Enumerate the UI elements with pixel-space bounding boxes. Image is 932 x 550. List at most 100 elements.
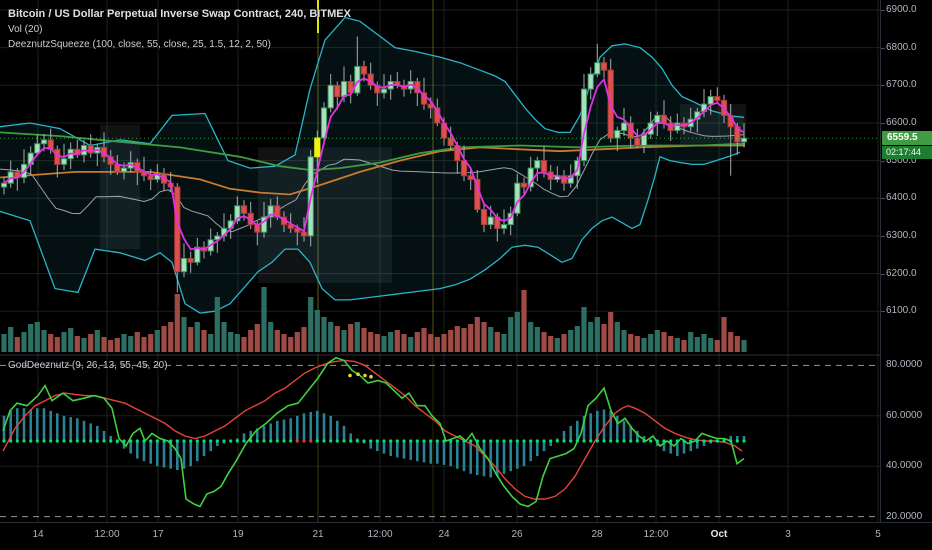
volume-bar <box>41 330 47 352</box>
volume-bar <box>134 332 140 352</box>
volume-indicator-label[interactable]: Vol (20) <box>8 24 42 35</box>
volume-bar <box>388 332 394 352</box>
squeeze-dot-green <box>409 439 413 443</box>
candle <box>500 224 508 229</box>
squeeze-dot-green <box>675 439 679 443</box>
price-axis-label: 6900.0 <box>886 4 917 15</box>
candle <box>514 182 521 214</box>
volume-bar <box>474 317 480 352</box>
squeeze-dot-green <box>62 439 66 443</box>
oscillator-axis-label: 40.0000 <box>886 460 923 472</box>
squeeze-dot-green <box>109 439 113 443</box>
squeeze-dot-green <box>662 439 666 443</box>
chart-canvas[interactable] <box>0 0 932 550</box>
squeeze-dot-green <box>595 439 599 443</box>
volume-bar <box>528 322 534 352</box>
price-axis-tick <box>881 273 885 275</box>
squeeze-dot-green <box>55 439 59 443</box>
squeeze-dot-green <box>262 439 266 443</box>
candle <box>60 158 68 165</box>
volume-bar <box>601 324 607 352</box>
volume-bar <box>548 336 554 352</box>
volume-bar <box>401 334 407 352</box>
squeeze-dot-green <box>275 439 279 443</box>
time-axis-label: 12:00 <box>94 529 120 540</box>
squeeze-dot-green <box>122 439 126 443</box>
volume-bar <box>574 326 580 352</box>
squeeze-dot-green <box>455 439 459 443</box>
price-axis-label: 6400.0 <box>886 192 917 204</box>
volume-bar <box>634 336 640 352</box>
squeeze-dot-green <box>329 439 333 443</box>
oscillator-indicator-label[interactable]: GodDeeznutz (9, 26, 13, 55, 45, 20) <box>8 360 168 371</box>
symbol-title[interactable]: Bitcoin / US Dollar Perpetual Inverse Sw… <box>8 8 351 20</box>
squeeze-dot-green <box>535 439 539 443</box>
candle <box>614 130 621 139</box>
time-axis-label: 3 <box>785 529 791 540</box>
volume-bar <box>48 334 54 352</box>
candle <box>147 175 154 180</box>
volume-bar <box>668 336 674 352</box>
squeeze-dot-green <box>335 439 339 443</box>
squeeze-dot-green <box>389 439 393 443</box>
candle <box>354 66 361 94</box>
candle <box>120 167 128 173</box>
squeeze-dot-green <box>209 439 213 443</box>
volume-bar <box>108 340 114 352</box>
volume-bar <box>501 334 507 352</box>
volume-bar <box>181 317 187 352</box>
squeeze-dot-green <box>589 439 593 443</box>
volume-bar <box>521 290 527 352</box>
time-axis[interactable]: 14 12:00 17 19 21 12:00 24 26 28 12:00 Oct 3 5 <box>0 522 932 550</box>
squeeze-dot-green <box>375 439 379 443</box>
squeeze-dot-green <box>355 439 359 443</box>
volume-bar <box>641 338 647 352</box>
squeeze-dot-green <box>75 439 79 443</box>
squeeze-dot-green <box>429 439 433 443</box>
volume-bar <box>328 322 334 352</box>
volume-bar <box>354 322 360 352</box>
candle <box>340 81 348 98</box>
volume-bar <box>194 322 200 352</box>
volume-bar <box>101 337 107 352</box>
candle <box>314 137 321 158</box>
volume-bar <box>174 294 180 352</box>
oscillator-axis-label: 60.0000 <box>886 409 923 421</box>
squeeze-dot-green <box>555 439 559 443</box>
volume-bar <box>314 310 320 352</box>
volume-bar <box>714 340 720 352</box>
candle <box>600 62 608 71</box>
volume-bar <box>488 327 494 352</box>
volume-bar <box>321 317 327 352</box>
squeeze-dot-green <box>349 439 353 443</box>
bar-countdown-label: 02:17:44 <box>882 146 932 160</box>
volume-bar <box>508 317 514 352</box>
squeeze-dot-green <box>602 439 606 443</box>
volume-bar <box>441 334 447 352</box>
candle <box>480 209 488 226</box>
candle <box>520 182 528 188</box>
squeeze-dot-green <box>289 439 293 443</box>
price-axis-tick <box>881 47 885 49</box>
volume-bar <box>468 324 474 352</box>
price-axis-tick <box>881 160 885 162</box>
volume-bar <box>228 332 234 352</box>
squeeze-indicator-label[interactable]: DeeznutzSqueeze (100, close, 55, close, … <box>8 39 271 50</box>
volume-bar <box>594 317 600 352</box>
price-axis[interactable]: 6900.0 6800.0 6700.0 6600.0 6500.0 6400.0 6300… <box>880 0 932 522</box>
squeeze-dot-green <box>402 439 406 443</box>
signal-dot-yellow <box>369 374 373 379</box>
candle <box>327 84 334 109</box>
volume-bar <box>428 334 434 352</box>
oscillator-pane <box>0 356 880 518</box>
volume-bar <box>674 338 680 352</box>
candle <box>740 137 748 143</box>
volume-bar <box>514 312 520 352</box>
volume-bar <box>734 336 740 352</box>
volume-bar <box>168 322 174 352</box>
squeeze-dot-green <box>489 439 493 443</box>
squeeze-dot-green <box>655 439 659 443</box>
volume-bar <box>214 297 220 352</box>
squeeze-dot-green <box>695 439 699 443</box>
volume-bar <box>8 327 14 352</box>
